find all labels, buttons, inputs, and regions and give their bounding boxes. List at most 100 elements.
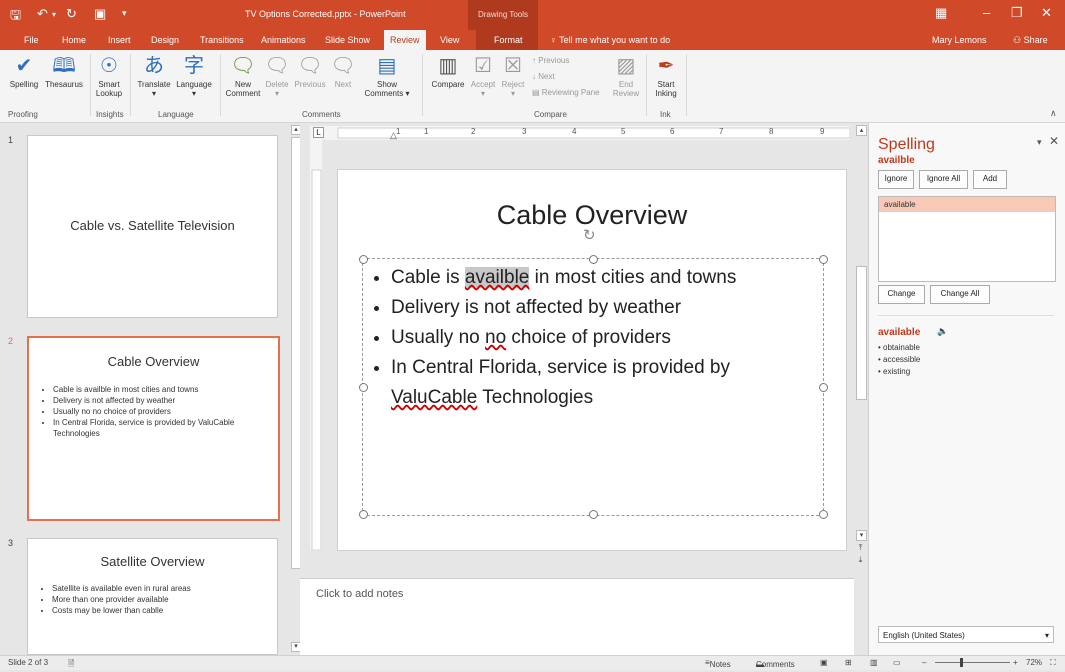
zoom-slider[interactable]: [935, 662, 1010, 663]
thesaurus-button[interactable]: 🕮 Thesaurus: [44, 54, 84, 89]
group-compare-label: Compare: [534, 110, 567, 119]
redo-icon[interactable]: ↻: [66, 6, 77, 22]
bullet-item[interactable]: In Central Florida, service is provided …: [391, 353, 811, 413]
resize-handle[interactable]: [819, 510, 828, 519]
slide-sorter-icon[interactable]: ⊞: [845, 658, 852, 667]
notes-button[interactable]: ≡ Notes: [705, 658, 731, 669]
tab-review[interactable]: Review: [384, 30, 426, 50]
bullet-item[interactable]: Usually no no choice of providers: [391, 323, 811, 353]
notes-placeholder[interactable]: Click to add notes: [316, 588, 403, 600]
previous-slide-icon[interactable]: ⤒: [856, 543, 865, 552]
start-from-beginning-icon[interactable]: ▣: [94, 6, 106, 22]
tell-me-search[interactable]: ♀ Tell me what you want to do: [544, 30, 676, 50]
smart-lookup-button[interactable]: ☉ Smart Lookup: [92, 54, 126, 98]
language-button[interactable]: 字 Language ▾: [174, 54, 214, 98]
tab-view[interactable]: View: [434, 30, 465, 50]
next-slide-icon[interactable]: ⤓: [856, 555, 865, 564]
share-button[interactable]: ⚇ Share: [1007, 30, 1054, 50]
spelling-button[interactable]: ✔ Spelling: [4, 54, 44, 89]
ribbon: ✔ Spelling 🕮 Thesaurus ☉ Smart Lookup あ Trans…: [0, 50, 1065, 123]
content-placeholder[interactable]: Cable is availble in most cities and tow…: [359, 255, 828, 519]
user-account[interactable]: Mary Lemons: [926, 30, 993, 50]
normal-view-icon[interactable]: ▣: [820, 658, 828, 667]
resize-handle[interactable]: [359, 510, 368, 519]
ignore-button[interactable]: Ignore: [878, 170, 914, 189]
scroll-up-icon[interactable]: ▴: [856, 125, 867, 136]
group-ink-label: Ink: [660, 110, 671, 119]
tab-selector-icon[interactable]: L: [313, 127, 324, 138]
suggestion-item[interactable]: available: [879, 197, 1055, 212]
misspelled-word[interactable]: ValuCable: [391, 387, 477, 408]
next-change-button[interactable]: ↓ Next: [532, 72, 555, 81]
notes-pane[interactable]: Click to add notes: [300, 578, 854, 656]
add-button[interactable]: Add: [973, 170, 1007, 189]
end-review-button[interactable]: ▨ End Review: [610, 54, 642, 98]
scroll-down-icon[interactable]: ▾: [856, 530, 867, 541]
save-icon[interactable]: 🖫: [10, 6, 21, 28]
tab-design[interactable]: Design: [145, 30, 185, 50]
speaker-icon[interactable]: 🔈: [937, 326, 948, 337]
customize-qat-icon[interactable]: ▾: [122, 8, 127, 19]
spelling-status-icon[interactable]: 🗎: [68, 658, 74, 672]
tab-format[interactable]: Format: [488, 30, 529, 50]
repeated-word[interactable]: no: [485, 327, 506, 348]
pane-options-icon[interactable]: ▾: [1037, 137, 1042, 148]
undo-dropdown-icon[interactable]: ▾: [52, 10, 56, 19]
close-icon[interactable]: ✕: [1041, 5, 1052, 21]
new-comment-button[interactable]: 🗨 New Comment: [224, 54, 262, 98]
slide-show-icon[interactable]: ▭: [893, 658, 901, 667]
thumbnail-title: Cable vs. Satellite Television: [70, 218, 235, 233]
new-comment-icon: 🗨: [230, 55, 256, 77]
undo-icon[interactable]: ↶: [37, 6, 48, 22]
fit-slide-icon[interactable]: ⛶: [1050, 658, 1056, 668]
next-comment-button[interactable]: 🗨 Next: [328, 54, 358, 89]
rotate-handle-icon[interactable]: ↻: [583, 226, 596, 244]
minimize-icon[interactable]: –: [983, 5, 990, 20]
previous-comment-button[interactable]: 🗨 Previous: [292, 54, 328, 89]
zoom-level[interactable]: 72%: [1026, 658, 1042, 667]
indent-marker-icon[interactable]: △: [390, 130, 397, 141]
close-pane-icon[interactable]: ✕: [1049, 134, 1059, 148]
scrollbar-thumb[interactable]: [856, 266, 867, 400]
misspelled-word[interactable]: availble: [464, 267, 530, 288]
zoom-out-icon[interactable]: –: [922, 658, 926, 667]
reading-view-icon[interactable]: ▥: [870, 658, 878, 667]
horizontal-ruler: L 1 1 2 3 4 5 6 7 8 9 △: [310, 126, 850, 140]
resize-handle[interactable]: [819, 255, 828, 264]
editor-scrollbar[interactable]: ▴ ▾ ⤒ ⤓: [854, 123, 868, 655]
tab-animations[interactable]: Animations: [255, 30, 312, 50]
previous-change-button[interactable]: ↑ Previous: [532, 56, 569, 65]
thumbnails-scrollbar[interactable]: ▴ ▾: [290, 123, 301, 655]
start-inking-button[interactable]: ✒ Start Inking: [650, 54, 682, 98]
resize-handle[interactable]: [589, 510, 598, 519]
compare-icon: ▥: [438, 55, 458, 77]
language-select[interactable]: English (United States) ▾: [878, 626, 1054, 643]
restore-icon[interactable]: ❐: [1011, 5, 1023, 21]
tab-slide-show[interactable]: Slide Show: [319, 30, 376, 50]
reviewing-pane-button[interactable]: ▤ Reviewing Pane: [532, 88, 600, 97]
compare-button[interactable]: ▥ Compare: [426, 54, 470, 89]
slide-canvas[interactable]: Cable Overview ↻ Cable is availble in mo…: [337, 169, 847, 551]
slide-thumbnail-2[interactable]: Cable Overview Cable is availble in most…: [27, 336, 280, 521]
ignore-all-button[interactable]: Ignore All: [919, 170, 968, 189]
reject-button[interactable]: ☒ Reject ▾: [498, 54, 528, 98]
tab-home[interactable]: Home: [56, 30, 92, 50]
collapse-ribbon-icon[interactable]: ∧: [1050, 108, 1057, 119]
bullet-item[interactable]: Delivery is not affected by weather: [391, 293, 811, 323]
change-all-button[interactable]: Change All: [930, 285, 990, 304]
zoom-in-icon[interactable]: +: [1013, 658, 1018, 667]
change-button[interactable]: Change: [878, 285, 925, 304]
translate-button[interactable]: あ Translate ▾: [134, 54, 174, 98]
zoom-slider-thumb[interactable]: [960, 658, 963, 667]
tab-insert[interactable]: Insert: [102, 30, 137, 50]
tab-transitions[interactable]: Transitions: [194, 30, 250, 50]
slide-thumbnail-1[interactable]: Cable vs. Satellite Television: [27, 135, 278, 318]
show-comments-button[interactable]: ▤ Show Comments ▾: [364, 54, 410, 98]
resize-handle[interactable]: [819, 383, 828, 392]
accept-button[interactable]: ☑ Accept ▾: [468, 54, 498, 98]
bullet-item[interactable]: Cable is availble in most cities and tow…: [391, 263, 811, 293]
delete-comment-button[interactable]: 🗨 Delete ▾: [262, 54, 292, 98]
tab-file[interactable]: File: [18, 30, 45, 50]
ribbon-display-options-icon[interactable]: ▦: [935, 5, 947, 21]
slide-thumbnail-3[interactable]: Satellite Overview Satellite is availabl…: [27, 538, 278, 655]
